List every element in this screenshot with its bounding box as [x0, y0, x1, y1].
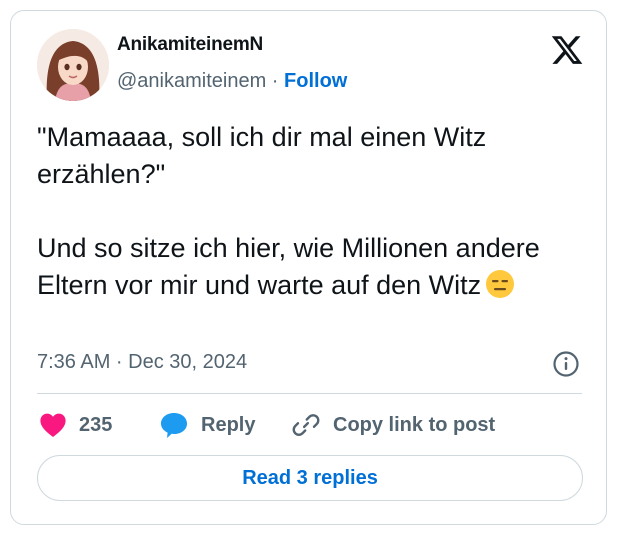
heart-icon — [40, 413, 66, 438]
x-logo-icon[interactable] — [550, 33, 584, 67]
handle-separator: · — [266, 70, 285, 92]
reply-button[interactable]: Reply — [159, 410, 255, 440]
like-button[interactable]: 235 — [39, 410, 112, 440]
divider — [37, 393, 582, 394]
tweet-timestamp[interactable]: 7:36 AM · Dec 30, 2024 — [37, 351, 247, 374]
author-handle-row: @anikamiteinem · Follow — [117, 70, 347, 93]
follow-button[interactable]: Follow — [284, 70, 347, 92]
author-display-name[interactable]: AnikamiteinemN — [117, 34, 263, 56]
copy-link-button[interactable]: Copy link to post — [291, 410, 495, 440]
avatar[interactable] — [37, 29, 109, 101]
like-count: 235 — [79, 413, 113, 436]
tweet-text: "Mamaaaa, soll ich dir mal einen Witz er… — [37, 119, 582, 309]
reply-label: Reply — [201, 413, 256, 436]
tweet-body: "Mamaaaa, soll ich dir mal einen Witz er… — [37, 122, 540, 300]
tweet-card: AnikamiteinemN @anikamiteinem · Follow "… — [10, 10, 607, 525]
author-handle[interactable]: @anikamiteinem — [117, 70, 266, 92]
copy-link-label: Copy link to post — [333, 413, 496, 436]
link-icon — [292, 414, 320, 436]
reply-bubble-icon — [161, 413, 187, 438]
avatar-illustration — [37, 29, 109, 101]
info-icon[interactable] — [552, 350, 580, 378]
expressionless-face-icon — [485, 269, 515, 309]
read-replies-button[interactable]: Read 3 replies — [37, 455, 583, 501]
